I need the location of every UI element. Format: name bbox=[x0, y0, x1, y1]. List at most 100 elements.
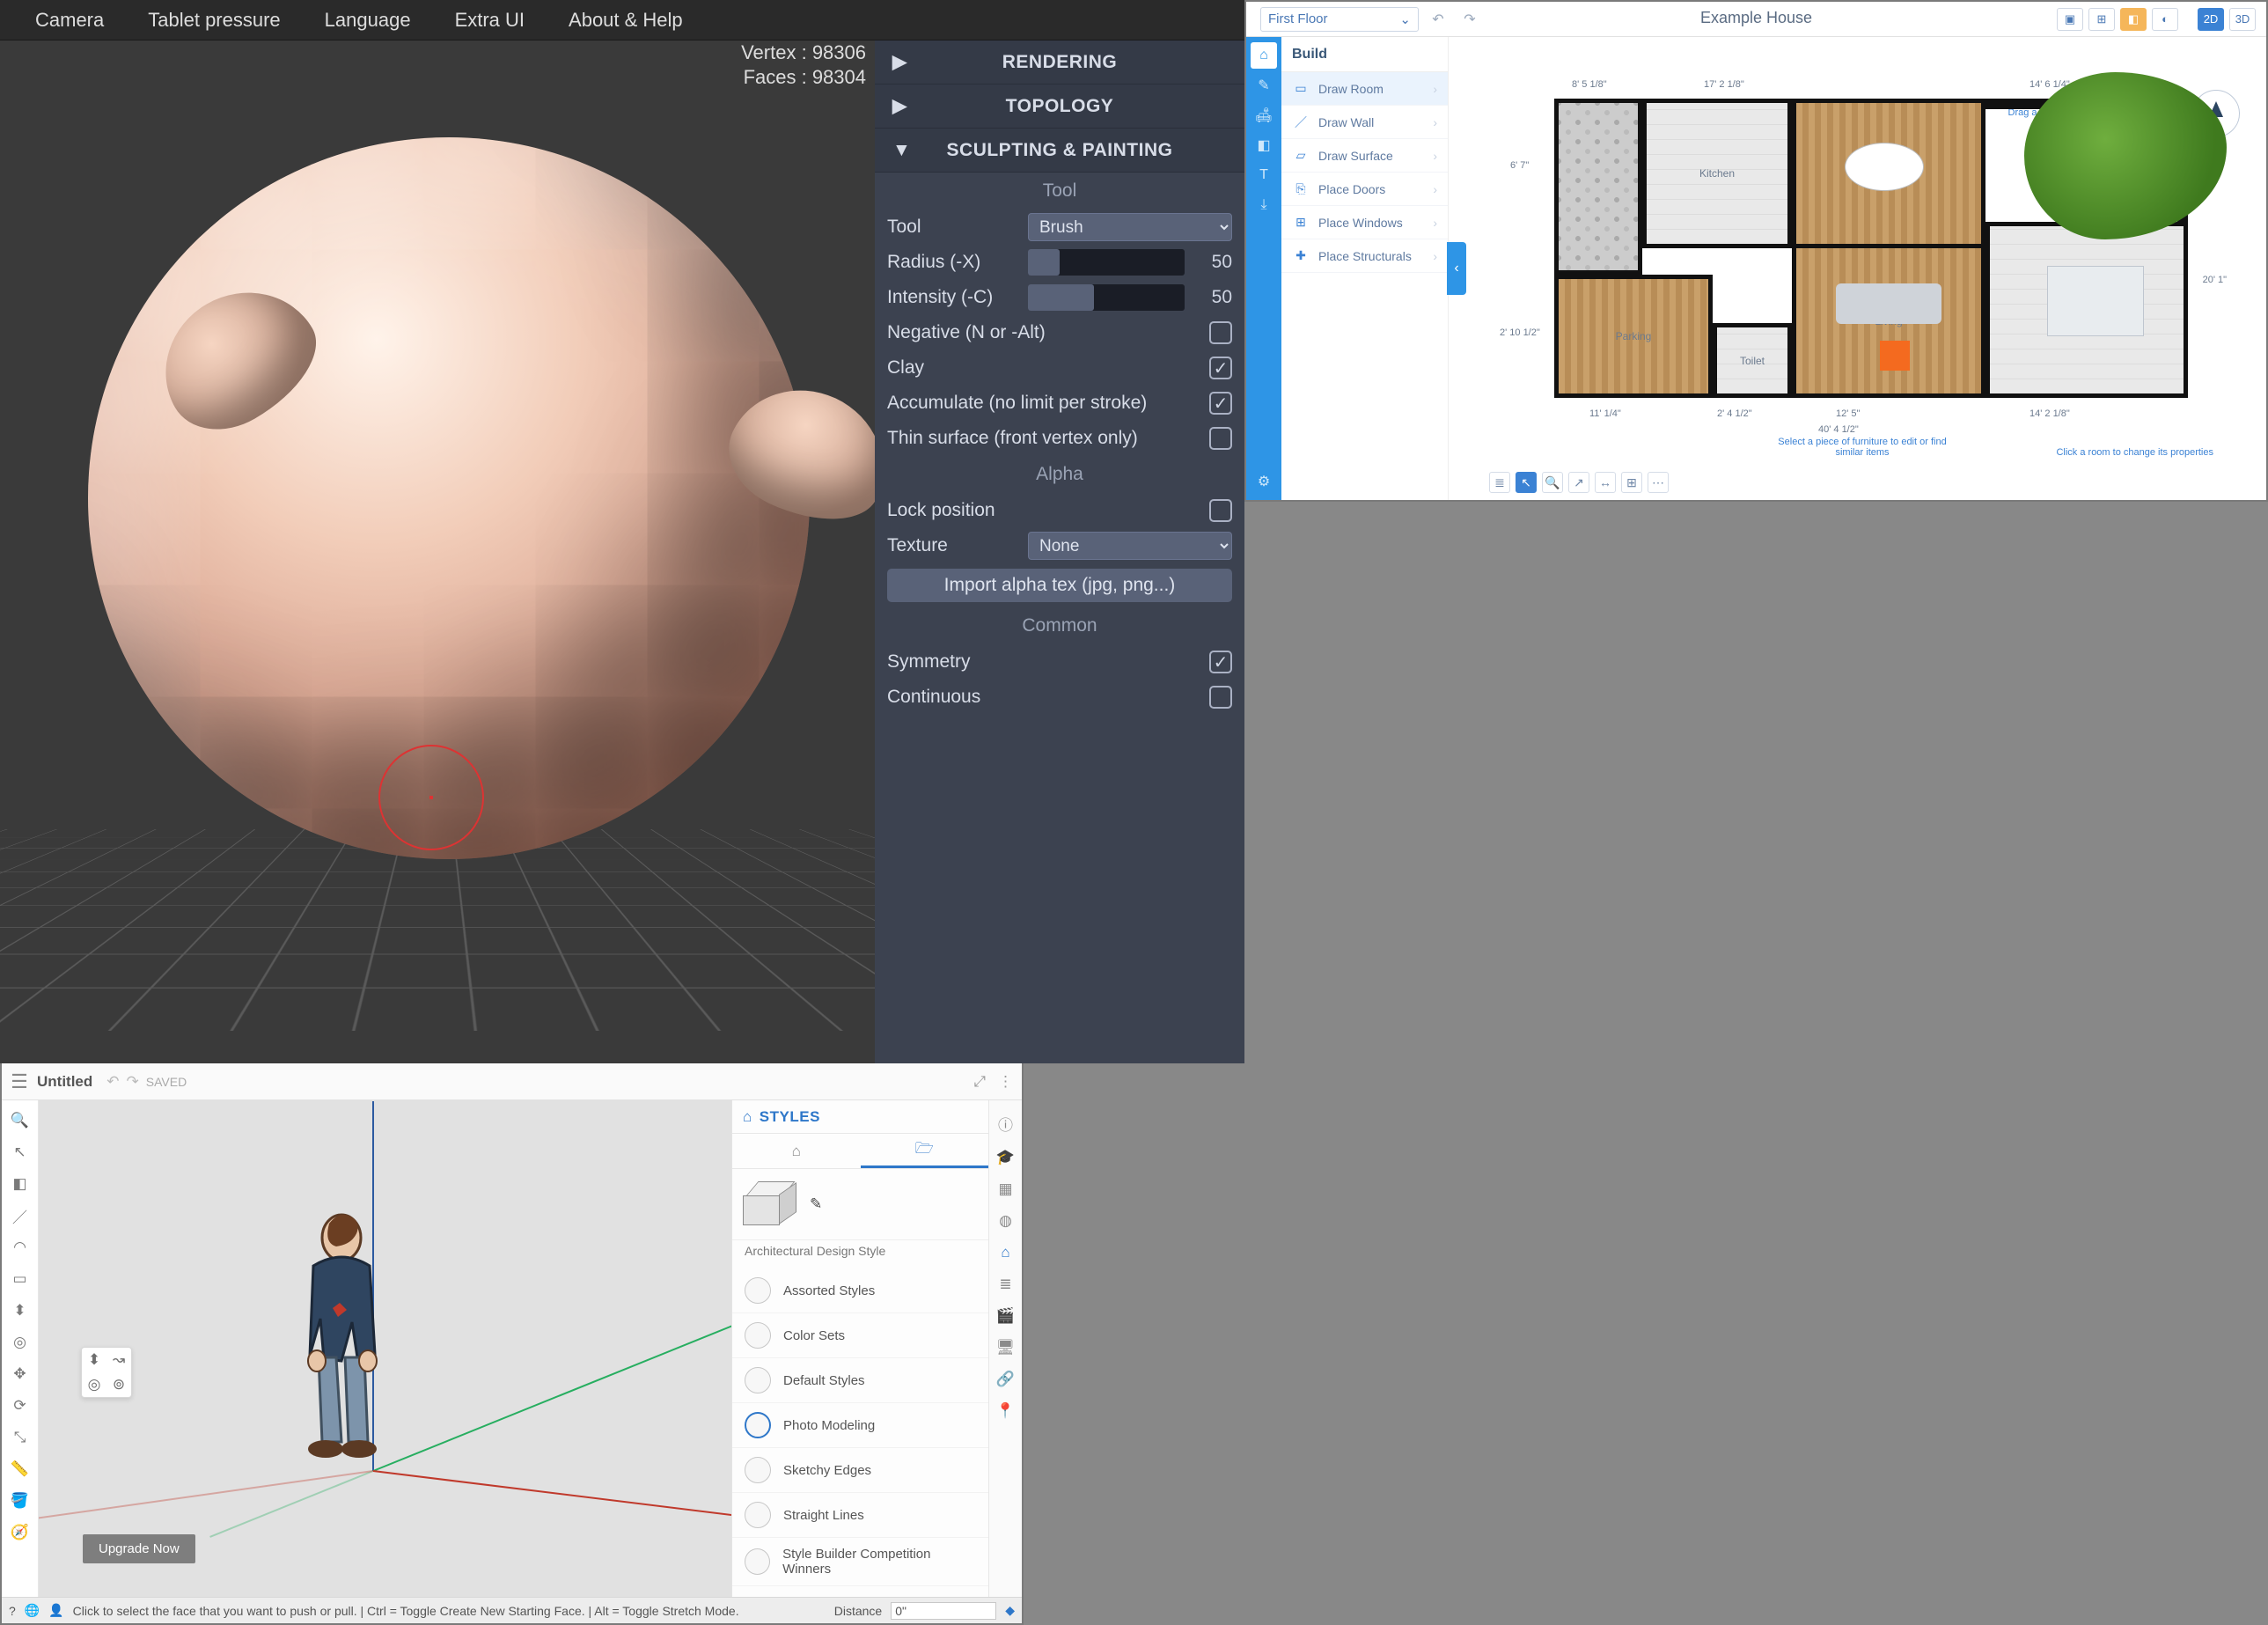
rotate-icon[interactable]: ⟳ bbox=[9, 1394, 32, 1417]
rail-components-icon[interactable]: ▦ bbox=[998, 1180, 1012, 1198]
radius-slider[interactable] bbox=[1028, 249, 1185, 276]
rail-build-icon[interactable]: ⌂ bbox=[1251, 42, 1277, 69]
style-photo-modeling[interactable]: Photo Modeling bbox=[732, 1403, 988, 1448]
select-icon[interactable]: ↖ bbox=[9, 1141, 32, 1164]
view-contrast-button[interactable]: ◐ bbox=[2152, 8, 2178, 31]
accordion-sculpting[interactable]: ▼SCULPTING & PAINTING bbox=[875, 129, 1244, 173]
floor-select[interactable]: First Floor⌄ bbox=[1260, 7, 1419, 32]
foot-layers-icon[interactable]: ≣ bbox=[1489, 472, 1510, 493]
person-icon[interactable]: 👤 bbox=[48, 1603, 63, 1618]
foot-misc-icon[interactable]: ⋯ bbox=[1648, 472, 1669, 493]
view-texture-button[interactable]: ◧ bbox=[2120, 8, 2147, 31]
expand-icon[interactable]: ⤢ bbox=[973, 1073, 986, 1091]
rail-materials-icon[interactable]: ◍ bbox=[999, 1212, 1012, 1230]
scale-icon[interactable]: ⤡ bbox=[9, 1426, 32, 1449]
rail-settings-icon[interactable]: ⚙ bbox=[1251, 468, 1277, 495]
accumulate-checkbox[interactable]: ✓ bbox=[1209, 392, 1232, 415]
menu-tablet-pressure[interactable]: Tablet pressure bbox=[148, 9, 280, 32]
foot-export-icon[interactable]: ↗ bbox=[1568, 472, 1589, 493]
item-place-doors[interactable]: ⎘Place Doors› bbox=[1281, 173, 1448, 206]
style-sketchy[interactable]: Sketchy Edges bbox=[732, 1448, 988, 1493]
line-icon[interactable]: ／ bbox=[9, 1204, 32, 1227]
style-color-sets[interactable]: Color Sets bbox=[732, 1313, 988, 1358]
rail-scenes-icon[interactable]: 🎬 bbox=[996, 1307, 1015, 1325]
rail-instructor-icon[interactable]: 🎓 bbox=[996, 1149, 1015, 1166]
view-boundary-button[interactable]: ▣ bbox=[2057, 8, 2083, 31]
floorplan-canvas[interactable]: ‹ Drag a wall to enlarge the room Kitche… bbox=[1449, 37, 2266, 500]
menu-about-help[interactable]: About & Help bbox=[569, 9, 683, 32]
redo-icon[interactable]: ↷ bbox=[127, 1073, 139, 1091]
doc-title[interactable]: Untitled bbox=[37, 1073, 92, 1091]
tab-browse[interactable]: 🗁 bbox=[861, 1134, 989, 1168]
tab-home[interactable]: ⌂ bbox=[732, 1134, 861, 1168]
move-icon[interactable]: ✥ bbox=[9, 1363, 32, 1386]
popup-follow-icon[interactable]: ↝ bbox=[106, 1348, 131, 1372]
style-assorted[interactable]: Assorted Styles bbox=[732, 1268, 988, 1313]
armchair[interactable] bbox=[1880, 341, 1910, 371]
popup-offset-icon[interactable]: ◎ bbox=[82, 1372, 106, 1397]
item-draw-wall[interactable]: ／Draw Wall› bbox=[1281, 106, 1448, 139]
view-dimension-button[interactable]: ⊞ bbox=[2088, 8, 2115, 31]
globe-icon[interactable]: 🌐 bbox=[25, 1603, 40, 1618]
orbit-icon[interactable]: 🧭 bbox=[9, 1521, 32, 1544]
search-icon[interactable]: 🔍 bbox=[9, 1109, 32, 1132]
tape-icon[interactable]: 📏 bbox=[9, 1458, 32, 1481]
area-terrace[interactable] bbox=[1554, 99, 1642, 275]
thin-checkbox[interactable] bbox=[1209, 427, 1232, 450]
corner-logo-icon[interactable]: ◆ bbox=[1005, 1603, 1015, 1618]
item-draw-room[interactable]: ▭Draw Room› bbox=[1281, 72, 1448, 106]
menu-language[interactable]: Language bbox=[325, 9, 411, 32]
rail-layers-icon[interactable]: ≣ bbox=[999, 1276, 1011, 1293]
edit-style-icon[interactable]: ✎ bbox=[810, 1195, 822, 1213]
pushpull-icon[interactable]: ⬍ bbox=[9, 1299, 32, 1322]
foot-search-icon[interactable]: 🔍 bbox=[1542, 472, 1563, 493]
item-place-windows[interactable]: ⊞Place Windows› bbox=[1281, 206, 1448, 239]
rail-export-icon[interactable]: ⤓ bbox=[1251, 192, 1277, 218]
menu-extra-ui[interactable]: Extra UI bbox=[455, 9, 525, 32]
item-place-structurals[interactable]: ✚Place Structurals› bbox=[1281, 239, 1448, 273]
help-icon[interactable]: ? bbox=[9, 1604, 16, 1618]
arc-icon[interactable]: ◠ bbox=[9, 1236, 32, 1259]
3d-viewport[interactable]: ⬍ ↝ ◎ ⊚ Upgrade Now bbox=[39, 1100, 731, 1597]
style-competition[interactable]: Style Builder Competition Winners bbox=[732, 1538, 988, 1586]
import-alpha-button[interactable]: Import alpha tex (jpg, png...) bbox=[887, 569, 1232, 602]
more-icon[interactable]: ⋮ bbox=[998, 1073, 1013, 1091]
eraser-icon[interactable]: ◧ bbox=[9, 1173, 32, 1195]
continuous-checkbox[interactable] bbox=[1209, 686, 1232, 709]
lock-checkbox[interactable] bbox=[1209, 499, 1232, 522]
accordion-topology[interactable]: ▶TOPOLOGY bbox=[875, 85, 1244, 129]
upgrade-button[interactable]: Upgrade Now bbox=[83, 1534, 195, 1563]
distance-input[interactable]: 0" bbox=[891, 1602, 996, 1620]
texture-select[interactable]: None bbox=[1028, 532, 1232, 560]
menu-camera[interactable]: Camera bbox=[35, 9, 104, 32]
rail-share-icon[interactable]: 🔗 bbox=[996, 1371, 1015, 1388]
rail-furniture-icon[interactable]: 🛋 bbox=[1251, 102, 1277, 129]
room-parking[interactable]: Parking bbox=[1554, 275, 1713, 398]
accordion-rendering[interactable]: ▶RENDERING bbox=[875, 40, 1244, 85]
menu-icon[interactable]: ☰ bbox=[2, 1070, 37, 1093]
dining-table[interactable] bbox=[1845, 143, 1924, 191]
bed[interactable] bbox=[2047, 266, 2144, 336]
rail-location-icon[interactable]: 📍 bbox=[996, 1402, 1015, 1420]
foot-grid-icon[interactable]: ⊞ bbox=[1621, 472, 1642, 493]
clay-checkbox[interactable]: ✓ bbox=[1209, 357, 1232, 379]
rect-icon[interactable]: ▭ bbox=[9, 1268, 32, 1290]
room-kitchen[interactable]: Kitchen bbox=[1642, 99, 1792, 248]
popup-pushpull-icon[interactable]: ⬍ bbox=[82, 1348, 106, 1372]
negative-checkbox[interactable] bbox=[1209, 321, 1232, 344]
item-draw-surface[interactable]: ▱Draw Surface› bbox=[1281, 139, 1448, 173]
paint-icon[interactable]: 🪣 bbox=[9, 1489, 32, 1512]
view-3d-button[interactable]: 3D bbox=[2229, 8, 2256, 31]
style-straight[interactable]: Straight Lines bbox=[732, 1493, 988, 1538]
style-default[interactable]: Default Styles bbox=[732, 1358, 988, 1403]
undo-icon[interactable]: ↶ bbox=[106, 1073, 119, 1091]
redo-button[interactable]: ↷ bbox=[1457, 7, 1482, 32]
rail-text-icon[interactable]: T bbox=[1251, 162, 1277, 188]
sculpt-viewport[interactable]: Vertex : 98306 Faces : 98304 bbox=[0, 40, 875, 1063]
rail-display-icon[interactable]: 🖥 bbox=[996, 1339, 1016, 1357]
view-2d-button[interactable]: 2D bbox=[2198, 8, 2224, 31]
sofa[interactable] bbox=[1836, 283, 1941, 324]
undo-button[interactable]: ↶ bbox=[1426, 7, 1450, 32]
room-toilet[interactable]: Toilet bbox=[1713, 323, 1792, 398]
foot-pointer-icon[interactable]: ↖ bbox=[1516, 472, 1537, 493]
